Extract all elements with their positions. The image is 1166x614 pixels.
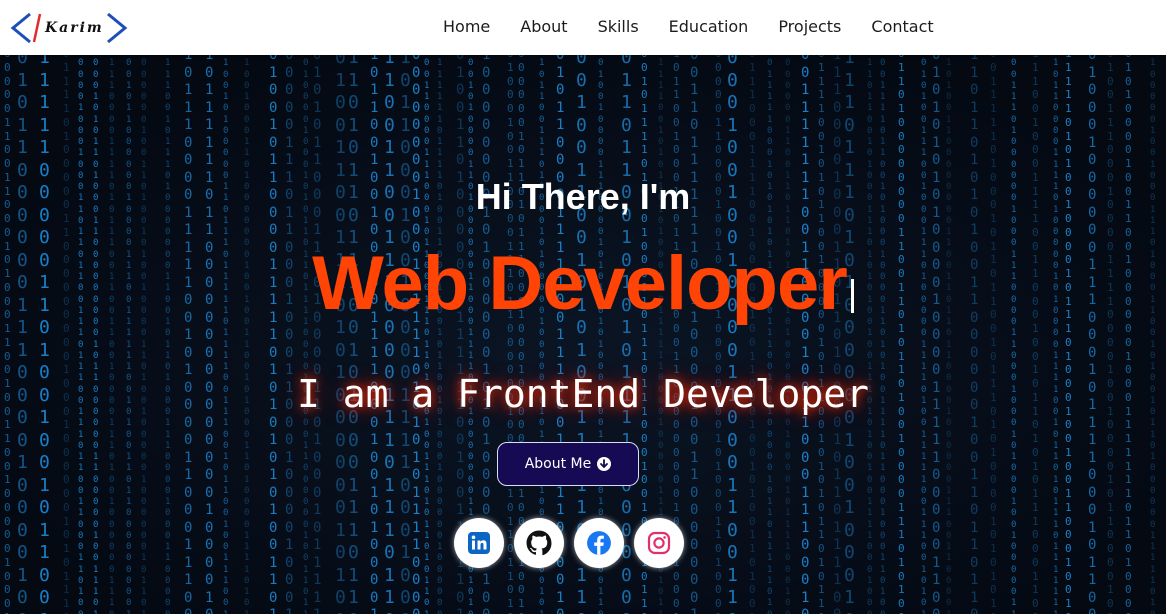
hero-greeting: Hi There, I'm <box>475 176 691 217</box>
rain-column: 0 0 0 0 0 1 1 0 0 0 0 1 0 0 1 0 1 1 0 1 … <box>715 55 722 614</box>
nav-item-projects[interactable]: Projects <box>778 17 841 36</box>
rain-column: 0 1 1 1 0 0 0 0 1 1 1 1 0 1 0 1 1 1 0 0 … <box>109 55 115 614</box>
about-me-button[interactable]: About Me <box>497 442 639 486</box>
rain-column: 0 1 0 1 0 0 0 0 1 0 0 1 1 0 0 1 0 0 0 0 … <box>1125 55 1132 614</box>
arrow-down-circle-icon <box>597 457 612 471</box>
nav-item-education[interactable]: Education <box>669 17 749 36</box>
nav-item-home[interactable]: Home <box>443 17 490 36</box>
rain-column: 1 0 1 1 1 0 0 0 0 1 1 1 1 1 0 0 1 0 1 0 … <box>184 55 193 614</box>
rain-column: 0 1 1 1 0 0 1 0 1 1 1 0 1 0 0 0 0 0 0 0 … <box>165 55 171 614</box>
main-menu: Home About Skills Education Projects Con… <box>443 17 964 36</box>
rain-column: 0 1 1 1 0 0 0 1 1 1 1 0 0 1 0 0 1 0 0 1 … <box>749 55 756 614</box>
rain-column: 0 0 0 0 0 0 0 1 0 0 1 1 0 1 0 0 1 0 1 0 … <box>141 55 147 614</box>
rain-column: 1 1 0 1 1 0 1 0 1 0 1 0 0 1 1 0 0 0 0 0 … <box>970 55 979 614</box>
github-link[interactable] <box>514 518 564 568</box>
rain-column: 0 0 0 0 1 0 1 0 1 1 0 1 0 0 0 1 1 0 0 0 … <box>93 55 99 614</box>
navbar: Karim Home About Skills Education Projec… <box>0 0 1166 55</box>
rain-column: 1 0 1 0 1 0 0 1 1 1 0 0 1 0 0 0 1 1 1 0 … <box>921 55 927 614</box>
rain-column: 0 1 0 0 1 0 1 1 0 0 0 0 1 1 1 1 1 0 1 0 … <box>269 55 278 614</box>
rain-column: 0 0 0 1 0 0 1 0 0 1 0 0 0 0 1 1 0 0 0 1 … <box>727 55 738 614</box>
facebook-icon <box>587 531 611 555</box>
rain-column: 1 1 0 0 1 0 1 0 0 0 0 0 1 1 0 1 1 1 0 1 … <box>223 55 229 614</box>
rain-column: 1 0 1 1 1 1 1 0 0 0 1 0 1 0 1 0 1 0 1 1 … <box>767 55 773 614</box>
instagram-icon <box>647 531 671 555</box>
rain-column: 0 1 0 1 0 1 1 0 0 0 1 1 1 0 1 0 0 0 0 1 … <box>313 55 322 614</box>
rain-column: 0 0 0 1 1 1 0 1 0 0 0 0 0 0 1 0 0 0 1 1 … <box>1011 55 1017 614</box>
nav-item-skills[interactable]: Skills <box>598 17 639 36</box>
rain-column: 1 1 0 1 1 0 0 0 0 1 1 1 1 0 1 0 0 0 0 0 … <box>1053 55 1059 614</box>
rain-column: 0 0 0 1 1 1 1 0 1 1 0 0 1 0 1 0 0 0 1 0 … <box>880 55 886 614</box>
linkedin-link[interactable] <box>454 518 504 568</box>
rain-column: 1 1 0 1 0 1 1 0 1 1 1 0 0 1 0 1 0 0 0 1 … <box>348 55 359 614</box>
social-links <box>454 518 684 568</box>
about-me-label: About Me <box>524 456 592 472</box>
nav-item-about[interactable]: About <box>520 17 567 36</box>
rain-column: 1 1 1 1 1 0 1 0 1 0 0 1 0 0 0 0 1 0 1 1 … <box>1065 55 1072 614</box>
rain-column: 0 0 0 1 0 1 1 0 0 0 0 0 0 1 0 0 0 0 1 1 … <box>126 55 132 614</box>
rain-column: 0 0 0 0 0 0 0 1 1 0 0 1 1 0 1 1 0 1 0 1 … <box>785 55 791 614</box>
instagram-link[interactable] <box>634 518 684 568</box>
rain-column: 1 1 0 0 0 0 0 1 0 0 1 0 0 0 1 1 1 0 1 0 … <box>1150 55 1156 614</box>
logo-text: Karim <box>45 20 104 36</box>
github-icon <box>526 530 552 556</box>
rain-column: 1 1 1 1 1 0 0 0 0 0 1 1 0 1 0 0 1 0 0 1 … <box>39 55 50 614</box>
rain-column: 0 0 0 0 0 1 1 0 0 1 1 0 0 0 1 0 1 0 0 0 … <box>4 55 11 614</box>
rain-column: 1 1 1 0 0 1 0 0 0 1 1 1 1 0 0 1 1 0 0 0 … <box>1032 55 1039 614</box>
rain-column: 0 1 0 1 0 1 0 1 0 1 0 0 0 0 1 0 0 0 0 1 … <box>932 55 941 614</box>
linkedin-icon <box>468 532 490 554</box>
rain-column: 0 1 0 0 1 1 0 0 1 1 1 0 1 0 1 0 0 0 0 0 … <box>335 55 346 614</box>
typing-cursor <box>850 279 854 313</box>
rain-column: 1 1 1 1 1 1 1 0 1 1 1 1 0 1 0 0 1 1 0 0 … <box>437 55 443 614</box>
rain-column: 0 0 0 0 0 0 0 0 1 0 0 0 1 1 1 1 1 1 0 1 … <box>412 55 421 614</box>
rain-column: 0 1 0 0 1 1 1 0 0 0 1 0 0 0 0 1 1 1 1 0 … <box>1107 55 1114 614</box>
rain-column: 1 1 0 0 1 0 0 0 1 1 0 1 0 0 0 0 0 0 0 1 … <box>244 55 250 614</box>
facebook-link[interactable] <box>574 518 624 568</box>
rain-column: 1 1 1 0 0 0 0 1 0 0 0 1 1 0 1 1 0 1 0 0 … <box>833 55 842 614</box>
rain-column: 0 1 1 0 1 1 0 0 1 0 1 0 0 0 1 1 1 0 1 0 … <box>867 55 873 614</box>
site-logo[interactable]: Karim <box>10 11 128 45</box>
rain-column: 0 1 0 1 1 0 0 0 0 0 0 1 1 1 0 0 0 0 1 0 … <box>17 55 28 614</box>
nav-item-contact[interactable]: Contact <box>871 17 933 36</box>
hero-role: Web Developer <box>312 241 848 326</box>
rain-column: 1 0 1 1 0 0 1 0 0 1 0 0 0 0 0 1 1 1 1 0 … <box>370 55 379 614</box>
rain-column: 0 0 1 0 0 0 0 1 0 0 0 1 0 1 0 1 1 0 1 1 … <box>303 55 309 614</box>
rain-column: 0 0 0 0 0 1 1 1 0 1 1 0 0 0 1 0 0 0 1 1 … <box>285 55 294 614</box>
hero-role-wrapper: Web Developer <box>0 240 1166 327</box>
rain-column: 0 1 1 1 1 0 1 0 0 0 0 0 1 1 0 0 0 0 0 0 … <box>63 55 70 614</box>
rain-column: 0 1 1 1 1 0 0 1 0 1 0 1 1 0 0 1 0 0 0 0 … <box>818 55 825 614</box>
rain-column: 1 0 1 1 1 1 1 1 0 1 1 0 0 0 0 0 0 0 0 0 … <box>205 55 214 614</box>
rain-column: 0 0 0 0 0 1 0 0 0 1 0 0 0 1 1 0 1 1 0 1 … <box>78 55 84 614</box>
rain-column: 1 0 1 1 0 0 0 1 0 0 1 0 0 0 0 1 1 1 1 0 … <box>400 55 411 614</box>
rain-column: 0 0 0 1 1 0 0 0 0 1 1 1 0 0 0 1 0 1 1 0 … <box>424 55 430 614</box>
rain-column: 0 0 1 1 1 1 1 0 1 0 0 0 1 0 1 1 0 1 1 0 … <box>990 55 997 614</box>
rain-column: 0 1 1 0 1 0 0 0 0 0 0 0 0 1 1 0 0 1 1 0 … <box>898 55 905 614</box>
rain-column: 0 1 0 0 0 1 0 0 0 0 0 0 1 1 1 0 0 0 1 0 … <box>1088 55 1097 614</box>
rain-column: 0 0 1 1 0 1 1 1 1 1 1 1 0 1 1 1 0 0 0 0 … <box>690 55 699 614</box>
rain-column: 1 1 1 0 1 1 1 0 1 0 1 0 0 0 0 0 0 1 0 0 … <box>844 55 855 614</box>
rain-column: 1 1 0 0 1 1 0 0 1 1 1 0 0 0 0 1 1 1 0 1 … <box>384 55 395 614</box>
rain-column: 1 1 0 1 0 0 1 1 0 0 0 0 0 0 0 0 1 1 0 0 … <box>946 55 952 614</box>
hero-tagline: I am a FrontEnd Developer <box>297 372 869 416</box>
rain-column: 0 0 1 1 1 1 1 1 1 0 0 1 1 0 0 0 0 1 0 0 … <box>801 55 810 614</box>
